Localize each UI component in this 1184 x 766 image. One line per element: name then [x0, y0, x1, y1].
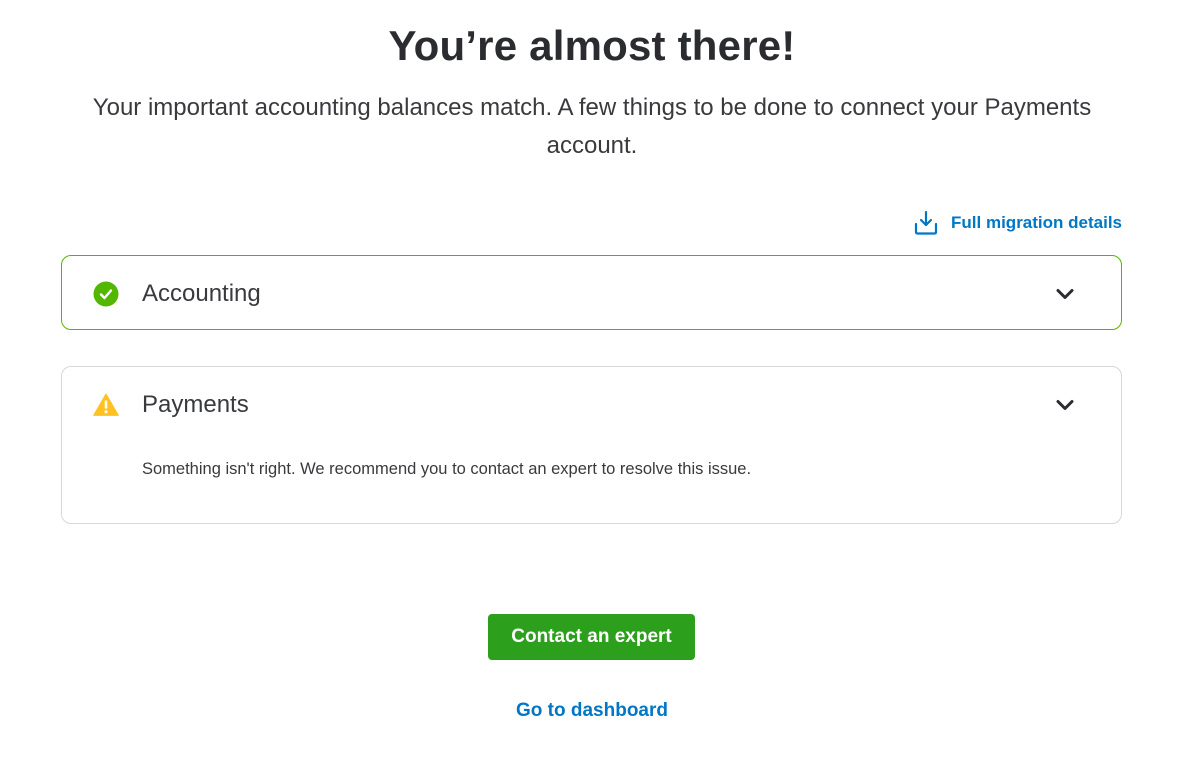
accounting-section: Accounting	[61, 255, 1122, 330]
accounting-section-label: Accounting	[142, 279, 261, 307]
migration-status-page: You’re almost there! Your important acco…	[0, 0, 1184, 766]
full-migration-details-label: Full migration details	[951, 213, 1122, 232]
payments-section-label: Payments	[142, 391, 249, 418]
contact-expert-button[interactable]: Contact an expert	[488, 614, 695, 660]
full-migration-details-link[interactable]: Full migration details	[913, 210, 1122, 236]
payments-issue-message: Something isn't right. We recommend you …	[142, 460, 752, 478]
chevron-down-icon[interactable]	[1055, 284, 1075, 304]
go-to-dashboard-link[interactable]: Go to dashboard	[0, 700, 1184, 722]
check-circle-icon	[93, 281, 119, 307]
payments-section: Payments Something isn't right. We recom…	[61, 366, 1122, 524]
download-icon	[913, 210, 939, 236]
warning-triangle-icon	[93, 392, 119, 418]
accounting-section-header[interactable]: Accounting	[62, 256, 1121, 331]
page-title: You’re almost there!	[388, 22, 796, 69]
payments-section-header[interactable]: Payments	[62, 367, 1121, 443]
page-subtitle: Your important accounting balances match…	[92, 94, 1092, 159]
chevron-down-icon[interactable]	[1055, 395, 1075, 415]
